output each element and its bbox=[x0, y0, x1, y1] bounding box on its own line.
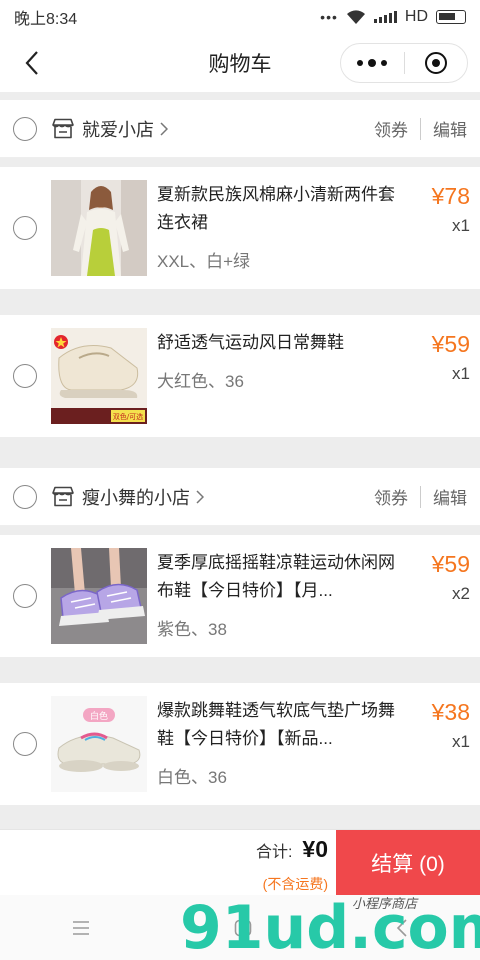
target-icon bbox=[424, 52, 447, 74]
divider bbox=[420, 117, 421, 140]
mini-program-capsule bbox=[340, 43, 468, 83]
product-title[interactable]: 爆款跳舞鞋透气软底气垫广场舞鞋【今日特价】【新品... bbox=[157, 697, 397, 753]
product-quantity: x1 bbox=[452, 216, 470, 235]
signal-icon bbox=[373, 11, 397, 23]
item-select-checkbox[interactable] bbox=[13, 216, 37, 240]
cart-item[interactable]: 白色 爆款跳舞鞋透气软底气垫广场舞鞋【今日特价】【新品... 白色、36 ¥38… bbox=[0, 683, 480, 805]
system-nav-bar bbox=[0, 895, 480, 960]
page-title: 购物车 bbox=[208, 53, 272, 76]
shop-header: 瘦小舞的小店 领券 编辑 bbox=[0, 468, 480, 526]
total-row: 合计: ¥0 bbox=[256, 836, 328, 863]
status-dots: ••• bbox=[320, 9, 338, 25]
product-price: ¥78 bbox=[431, 183, 470, 209]
battery-icon bbox=[436, 10, 466, 24]
product-title[interactable]: 夏季厚底摇摇鞋凉鞋运动休闲网布鞋【今日特价】【月... bbox=[157, 549, 397, 605]
chevron-left-icon bbox=[25, 51, 38, 75]
checkout-button[interactable]: 结算 (0) bbox=[336, 830, 480, 896]
item-select-checkbox[interactable] bbox=[13, 732, 37, 756]
home-icon[interactable] bbox=[234, 919, 252, 937]
shop-header: 就爱小店 领券 编辑 bbox=[0, 100, 480, 158]
status-icons: ••• HD bbox=[320, 8, 466, 26]
store-icon bbox=[51, 486, 75, 508]
shop-name[interactable]: 就爱小店 bbox=[82, 116, 154, 142]
edit-link[interactable]: 编辑 bbox=[433, 116, 467, 141]
product-sku: 白色、36 bbox=[157, 768, 227, 787]
product-title[interactable]: 夏新款民族风棉麻小清新两件套连衣裙 bbox=[157, 181, 397, 237]
image-color-badge: 白色 bbox=[90, 710, 108, 722]
shipping-note: (不含运费) bbox=[262, 876, 328, 892]
divider bbox=[420, 485, 421, 508]
product-image[interactable] bbox=[51, 180, 147, 276]
product-quantity: x1 bbox=[452, 364, 470, 383]
shop-select-checkbox[interactable] bbox=[13, 484, 37, 509]
cart-item[interactable]: 双色/可选 舒适透气运动风日常舞鞋 大红色、36 ¥59 x1 bbox=[0, 315, 480, 437]
product-sku: 大红色、36 bbox=[157, 372, 244, 391]
item-select-checkbox[interactable] bbox=[13, 584, 37, 608]
product-sku: 紫色、38 bbox=[157, 620, 227, 639]
status-time: 晚上8:34 bbox=[14, 11, 78, 28]
coupon-link[interactable]: 领券 bbox=[374, 116, 408, 141]
menu-icon[interactable] bbox=[72, 920, 90, 935]
status-bar: 晚上8:34 ••• HD bbox=[0, 0, 480, 34]
back-button[interactable] bbox=[16, 46, 48, 80]
coupon-link[interactable]: 领券 bbox=[374, 484, 408, 509]
shop-select-checkbox[interactable] bbox=[13, 116, 37, 141]
product-sku: XXL、白+绿 bbox=[157, 252, 251, 271]
product-image[interactable]: 白色 bbox=[51, 696, 147, 792]
total-label: 合计: bbox=[255, 844, 293, 861]
checkout-bar: 合计: ¥0 (不含运费) 结算 (0) bbox=[0, 829, 480, 896]
chevron-right-icon bbox=[160, 121, 168, 136]
product-price: ¥59 bbox=[431, 551, 470, 577]
network-type: HD bbox=[404, 8, 428, 25]
product-quantity: x2 bbox=[452, 584, 470, 603]
wifi-icon bbox=[346, 9, 365, 24]
close-mini-program-button[interactable] bbox=[405, 44, 468, 82]
store-icon bbox=[51, 118, 75, 140]
shop-name[interactable]: 瘦小舞的小店 bbox=[82, 484, 190, 510]
product-title[interactable]: 舒适透气运动风日常舞鞋 bbox=[157, 329, 397, 357]
more-options-button[interactable] bbox=[341, 44, 404, 82]
back-nav-icon[interactable] bbox=[396, 918, 408, 937]
promo-badge-text: 双色/可选 bbox=[113, 412, 143, 421]
chevron-right-icon bbox=[196, 489, 204, 504]
product-price: ¥38 bbox=[431, 699, 470, 725]
cart-item[interactable]: 夏新款民族风棉麻小清新两件套连衣裙 XXL、白+绿 ¥78 x1 bbox=[0, 167, 480, 289]
product-price: ¥59 bbox=[431, 331, 470, 357]
total-amount: ¥0 bbox=[302, 836, 328, 862]
cart-item[interactable]: 夏季厚底摇摇鞋凉鞋运动休闲网布鞋【今日特价】【月... 紫色、38 ¥59 x2 bbox=[0, 535, 480, 657]
edit-link[interactable]: 编辑 bbox=[433, 484, 467, 509]
product-image[interactable] bbox=[51, 548, 147, 644]
product-image[interactable]: 双色/可选 bbox=[51, 328, 147, 424]
nav-bar: 购物车 bbox=[0, 34, 480, 92]
product-quantity: x1 bbox=[452, 732, 470, 751]
item-select-checkbox[interactable] bbox=[13, 364, 37, 388]
